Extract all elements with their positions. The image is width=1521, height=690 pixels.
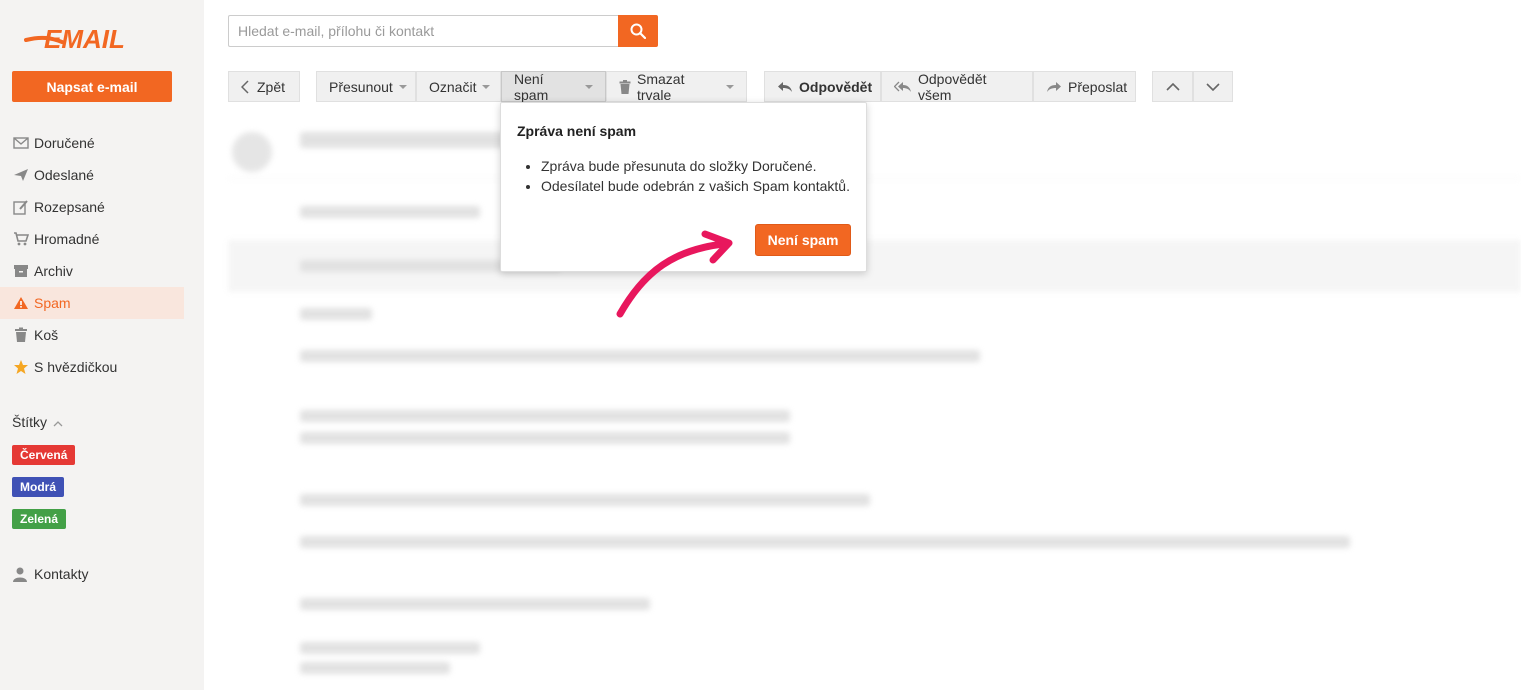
compose-button[interactable]: Napsat e-mail (12, 71, 172, 102)
popover-bullet: Zpráva bude přesunuta do složky Doručené… (541, 156, 850, 176)
previous-message-button[interactable] (1152, 71, 1193, 102)
blurred-line (300, 308, 372, 320)
caret-down-icon (585, 84, 593, 89)
caret-down-icon (398, 84, 407, 89)
search-icon (630, 23, 646, 39)
sidebar-item-label: Doručené (34, 135, 95, 151)
reply-all-button[interactable]: Odpovědět všem (881, 70, 1033, 103)
contacts-label: Kontakty (34, 566, 89, 582)
labels-heading[interactable]: Štítky (12, 414, 63, 430)
divider (228, 178, 1521, 179)
mark-dropdown[interactable]: Označit (416, 71, 501, 102)
sidebar-item-drafts[interactable]: Rozepsané (0, 191, 184, 223)
mark-label: Označit (429, 78, 477, 95)
tag-red[interactable]: Červená (12, 445, 76, 465)
reply-all-icon (894, 81, 912, 93)
sidebar-item-label: Archiv (34, 263, 73, 279)
labels-heading-text: Štítky (12, 414, 48, 430)
blurred-line (300, 598, 650, 610)
sidebar-item-label: S hvězdičkou (34, 359, 118, 375)
search-input[interactable] (228, 15, 618, 47)
sidebar-item-sent[interactable]: Odeslané (0, 159, 184, 191)
chevron-up-icon (53, 414, 63, 430)
contacts-link[interactable]: Kontakty (12, 566, 88, 582)
annotation-arrow (616, 230, 733, 318)
forward-button[interactable]: Přeposlat (1033, 71, 1136, 102)
move-label: Přesunout (329, 78, 393, 95)
blurred-line (300, 494, 870, 506)
sidebar-item-label: Hromadné (34, 231, 100, 247)
not-spam-label: Není spam (514, 70, 549, 103)
sidebar: EMAIL Napsat e-mail Doručené Odeslané Ro… (0, 0, 204, 690)
draft-icon (12, 199, 30, 215)
trash-icon (619, 79, 631, 94)
not-spam-dropdown[interactable]: Není spam (501, 70, 606, 103)
trash-icon (12, 327, 30, 343)
sidebar-item-bulk[interactable]: Hromadné (0, 223, 184, 255)
confirm-not-spam-button[interactable]: Není spam (755, 224, 851, 256)
blurred-subject (300, 132, 510, 148)
blurred-message-content (228, 120, 1521, 690)
delete-label: Smazat trvale (637, 70, 685, 103)
search-button[interactable] (618, 15, 658, 47)
sidebar-item-inbox[interactable]: Doručené (0, 127, 184, 159)
next-message-button[interactable] (1193, 71, 1233, 102)
forward-label: Přeposlat (1068, 78, 1128, 95)
caret-down-icon (726, 84, 734, 89)
caret-down-icon (482, 84, 491, 89)
popover-bullet: Odesílatel bude odebrán z vašich Spam ko… (541, 176, 850, 196)
blurred-line (300, 350, 980, 362)
reply-all-label: Odpovědět všem (918, 70, 987, 103)
back-button[interactable]: Zpět (228, 71, 300, 102)
sidebar-item-spam[interactable]: Spam (0, 287, 184, 319)
cart-icon (12, 231, 30, 247)
archive-icon (12, 263, 30, 279)
delete-permanently-dropdown[interactable]: Smazat trvale (606, 70, 747, 103)
warning-icon (12, 295, 30, 311)
popover-bullets: Zpráva bude přesunuta do složky Doručené… (541, 156, 850, 196)
blurred-line (300, 206, 480, 218)
back-label: Zpět (257, 78, 286, 95)
svg-text:EMAIL: EMAIL (44, 24, 125, 54)
reply-icon (777, 81, 793, 93)
tag-green[interactable]: Zelená (12, 509, 67, 529)
inbox-icon (12, 135, 30, 151)
chevron-up-icon (1165, 82, 1180, 91)
chevron-down-icon (1206, 82, 1220, 91)
reply-button[interactable]: Odpovědět (764, 71, 881, 102)
avatar (232, 132, 272, 172)
folder-nav: Doručené Odeslané Rozepsané Hromadné Arc… (0, 127, 184, 383)
blurred-line (300, 642, 480, 654)
blurred-line (300, 536, 1350, 548)
forward-icon (1046, 81, 1062, 93)
star-icon (12, 359, 30, 375)
popover-title: Zpráva není spam (517, 123, 637, 139)
move-dropdown[interactable]: Přesunout (316, 71, 416, 102)
chevron-left-icon (241, 79, 249, 94)
tag-blue[interactable]: Modrá (12, 477, 64, 497)
sidebar-item-starred[interactable]: S hvězdičkou (0, 351, 184, 383)
sidebar-item-trash[interactable]: Koš (0, 319, 184, 351)
sidebar-item-label: Odeslané (34, 167, 94, 183)
sidebar-item-archive[interactable]: Archiv (0, 255, 184, 287)
reply-label: Odpovědět (799, 78, 873, 95)
blurred-line (300, 432, 790, 444)
sidebar-item-label: Koš (34, 327, 59, 343)
send-icon (12, 167, 30, 183)
email-logo[interactable]: EMAIL (22, 22, 152, 56)
blurred-line (300, 662, 450, 674)
sidebar-item-label: Rozepsané (34, 199, 105, 215)
person-icon (12, 566, 28, 582)
blurred-line (300, 410, 790, 422)
sidebar-item-label: Spam (34, 295, 71, 311)
